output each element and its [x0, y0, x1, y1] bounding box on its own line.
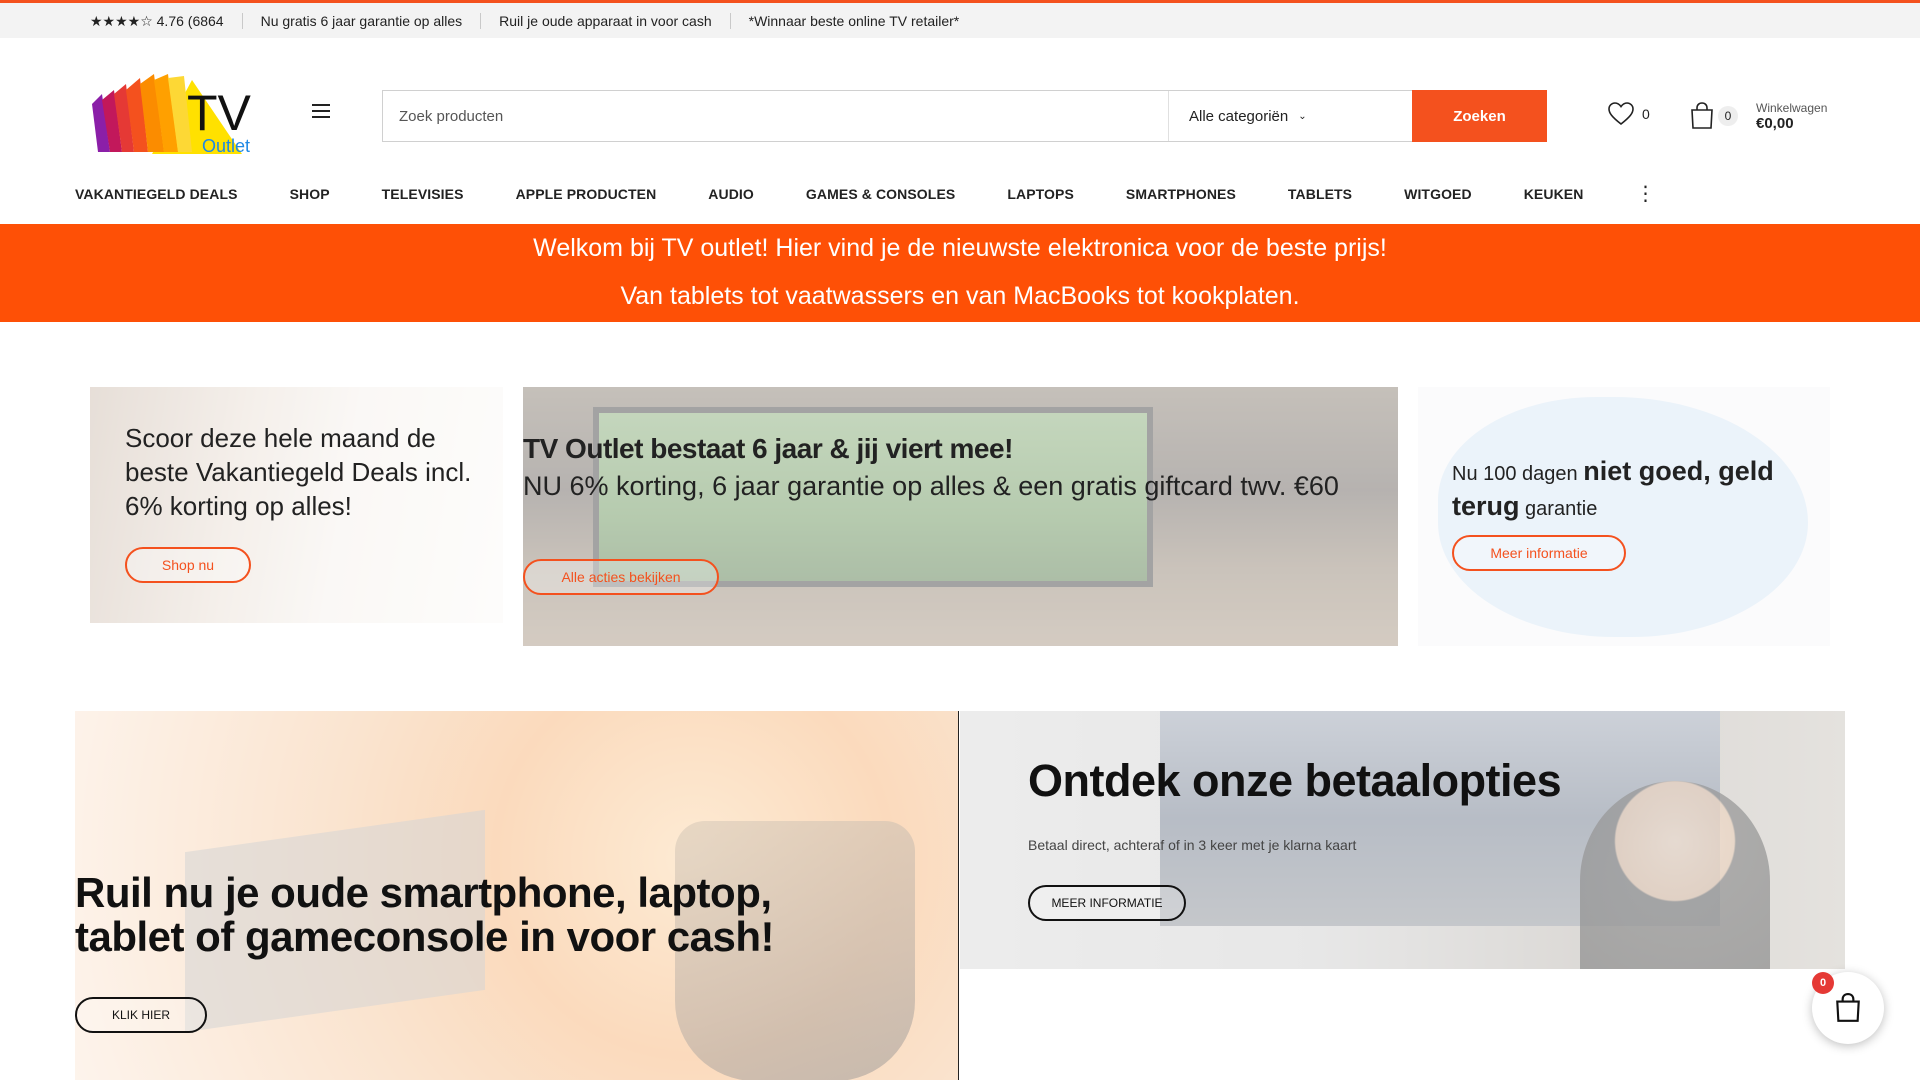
promo-card-vakantiegeld[interactable]: Scoor deze hele maand de beste Vakantieg… — [90, 387, 503, 623]
nav-item-laptops[interactable]: LAPTOPS — [1007, 186, 1074, 202]
shopping-bag-icon — [1836, 993, 1860, 1022]
promo-card-text: NU 6% korting, 6 jaar garantie op alles … — [523, 471, 1339, 501]
shop-now-button[interactable]: Shop nu — [125, 547, 251, 583]
main-nav: VAKANTIEGELD DEALS SHOP TELEVISIES APPLE… — [75, 183, 1655, 205]
payment-options-card[interactable]: Ontdek onze betaalopties Betaal direct, … — [960, 711, 1845, 969]
welcome-banner: Welkom bij TV outlet! Hier vind je de ni… — [0, 224, 1920, 322]
nav-item-televisies[interactable]: TELEVISIES — [382, 186, 464, 202]
nav-item-keuken[interactable]: KEUKEN — [1524, 186, 1584, 202]
payment-text: Betaal direct, achteraf of in 3 keer met… — [1028, 837, 1357, 853]
rating-text[interactable]: ★★★★☆ 4.76 (6864 — [90, 12, 243, 29]
nav-item-games-consoles[interactable]: GAMES & CONSOLES — [806, 186, 955, 202]
floating-cart-count: 0 — [1812, 972, 1834, 994]
wishlist-count: 0 — [1642, 106, 1650, 122]
heart-icon — [1608, 102, 1634, 126]
chevron-down-icon: ⌄ — [1298, 110, 1307, 122]
site-logo[interactable]: TV Outlet — [92, 74, 284, 160]
cart-summary: Winkelwagen €0,00 — [1756, 100, 1827, 132]
guarantee-text: Nu gratis 6 jaar garantie op alles — [243, 12, 482, 29]
logo-sub-text: Outlet — [202, 136, 250, 156]
search-button[interactable]: Zoeken — [1412, 90, 1547, 142]
promo-card-text: Scoor deze hele maand de beste Vakantieg… — [125, 423, 472, 521]
banner-line-2: Van tablets tot vaatwassers en van MacBo… — [620, 282, 1300, 310]
more-vertical-icon[interactable]: ⋮ — [1635, 184, 1655, 204]
more-info-button[interactable]: Meer informatie — [1452, 535, 1626, 571]
nav-item-vakantiegeld-deals[interactable]: VAKANTIEGELD DEALS — [75, 186, 238, 202]
wishlist-button[interactable]: 0 — [1608, 102, 1650, 126]
click-here-button[interactable]: KLIK HIER — [75, 997, 207, 1033]
tradein-text: Ruil je oude apparaat in voor cash — [481, 12, 731, 29]
all-deals-button[interactable]: Alle acties bekijken — [523, 559, 719, 595]
promo-card-money-back[interactable]: Nu 100 dagen niet goed, geld terug garan… — [1418, 387, 1830, 646]
award-text: *Winnaar beste online TV retailer* — [748, 12, 960, 29]
category-select-value: Alle categoriën — [1189, 107, 1289, 125]
nav-item-apple-producten[interactable]: APPLE PRODUCTEN — [516, 186, 657, 202]
top-info-bar: ★★★★☆ 4.76 (6864 Nu gratis 6 jaar garant… — [0, 0, 1920, 38]
floating-cart-button[interactable]: 0 — [1812, 972, 1884, 1044]
payment-heading: Ontdek onze betaalopties — [1028, 755, 1562, 806]
cart-total: €0,00 — [1756, 115, 1794, 132]
cart-button[interactable]: 0 Winkelwagen €0,00 — [1690, 100, 1827, 132]
search-bar: Alle categoriën ⌄ Zoeken — [382, 90, 1547, 142]
tradein-heading: Ruil nu je oude smartphone, laptop, tabl… — [75, 869, 774, 960]
tradein-card[interactable]: Ruil nu je oude smartphone, laptop, tabl… — [75, 711, 959, 1080]
nav-item-tablets[interactable]: TABLETS — [1288, 186, 1352, 202]
logo-main-text: TV — [187, 85, 252, 141]
money-back-post: garantie — [1519, 498, 1598, 520]
search-input[interactable] — [383, 91, 1168, 141]
cart-label: Winkelwagen — [1756, 101, 1828, 115]
nav-item-smartphones[interactable]: SMARTPHONES — [1126, 186, 1236, 202]
promo-card-heading: TV Outlet bestaat 6 jaar & jij viert mee… — [523, 433, 1013, 464]
logo-graphic: TV Outlet — [92, 74, 252, 156]
hamburger-menu-icon[interactable] — [312, 104, 330, 118]
promo-card-anniversary[interactable]: TV Outlet bestaat 6 jaar & jij viert mee… — [523, 387, 1398, 646]
promo-card-text: Nu 100 dagen niet goed, geld terug garan… — [1452, 455, 1802, 525]
shopping-bag-icon — [1691, 102, 1713, 129]
category-select[interactable]: Alle categoriën ⌄ — [1168, 91, 1412, 141]
banner-line-1: Welkom bij TV outlet! Hier vind je de ni… — [533, 234, 1387, 262]
nav-item-shop[interactable]: SHOP — [290, 186, 330, 202]
nav-item-witgoed[interactable]: WITGOED — [1404, 186, 1472, 202]
cart-count-badge: 0 — [1718, 106, 1738, 126]
payment-more-info-button[interactable]: MEER INFORMATIE — [1028, 885, 1186, 921]
nav-item-audio[interactable]: AUDIO — [708, 186, 754, 202]
money-back-pre: Nu 100 dagen — [1452, 463, 1584, 485]
